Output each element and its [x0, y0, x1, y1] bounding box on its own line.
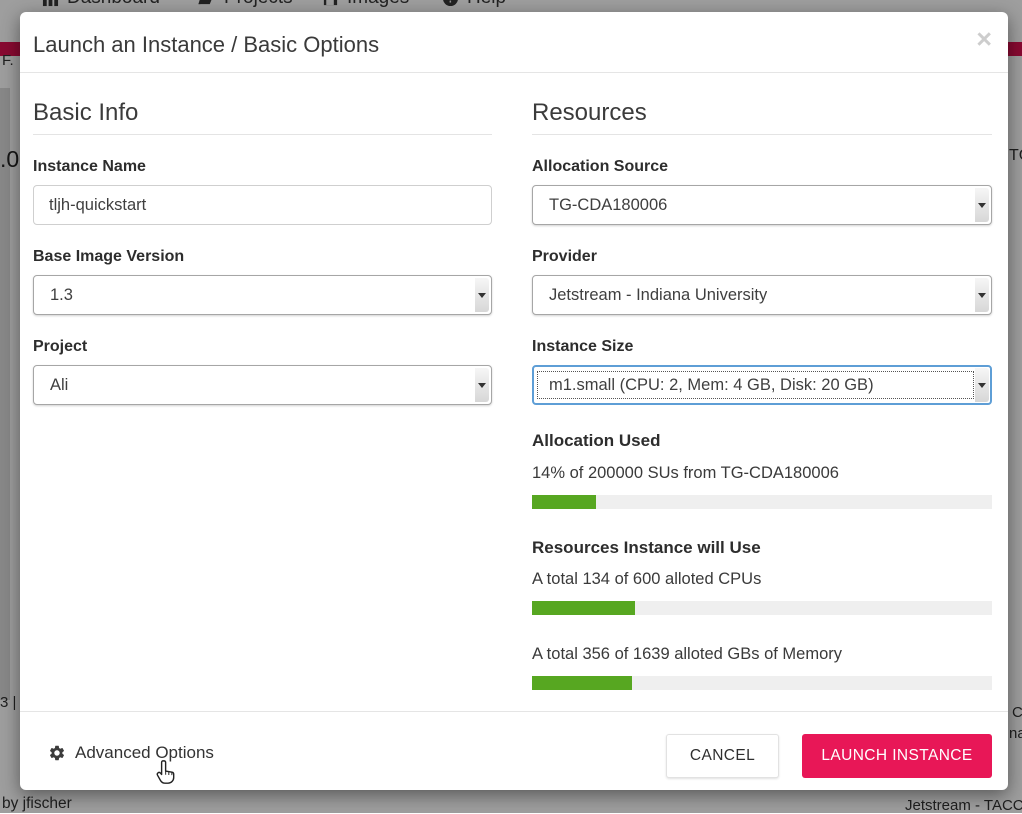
- chevron-down-icon: [475, 368, 489, 402]
- advanced-options-toggle[interactable]: Advanced Options: [48, 743, 214, 763]
- modal-header: Launch an Instance / Basic Options ×: [20, 12, 1008, 73]
- launch-instance-button[interactable]: LAUNCH INSTANCE: [802, 734, 992, 778]
- cpu-progressbar: [532, 601, 992, 615]
- progress-fill: [532, 676, 632, 690]
- chevron-down-icon: [975, 368, 989, 402]
- allocation-source-select[interactable]: TG-CDA180006: [532, 185, 992, 225]
- launch-instance-modal: Launch an Instance / Basic Options × Bas…: [20, 12, 1008, 790]
- section-heading-basic-info: Basic Info: [33, 96, 492, 135]
- base-image-version-select[interactable]: 1.3: [33, 275, 492, 315]
- section-heading-resources: Resources: [532, 96, 992, 135]
- project-label: Project: [33, 337, 492, 357]
- close-icon[interactable]: ×: [976, 26, 992, 53]
- resources-will-use-heading: Resources Instance will Use: [532, 538, 992, 558]
- select-value: 1.3: [50, 276, 73, 314]
- resources-section: Resources Allocation Source TG-CDA180006…: [532, 96, 992, 690]
- provider-select[interactable]: Jetstream - Indiana University: [532, 275, 992, 315]
- cancel-button[interactable]: CANCEL: [666, 734, 779, 778]
- allocation-used-heading: Allocation Used: [532, 431, 992, 451]
- instance-size-select[interactable]: m1.small (CPU: 2, Mem: 4 GB, Disk: 20 GB…: [532, 365, 992, 405]
- chevron-down-icon: [475, 278, 489, 312]
- allocation-used-text: 14% of 200000 SUs from TG-CDA180006: [532, 463, 992, 483]
- progress-fill: [532, 601, 635, 615]
- gear-icon: [48, 744, 66, 762]
- base-image-version-label: Base Image Version: [33, 247, 492, 267]
- chevron-down-icon: [975, 278, 989, 312]
- select-value: Ali: [50, 366, 68, 404]
- memory-usage-text: A total 356 of 1639 alloted GBs of Memor…: [532, 644, 992, 664]
- chevron-down-icon: [975, 188, 989, 222]
- memory-progressbar: [532, 676, 992, 690]
- select-value: TG-CDA180006: [549, 186, 667, 224]
- basic-info-section: Basic Info Instance Name Base Image Vers…: [33, 96, 492, 405]
- screen: Dashboard Projects Images ? Help: [0, 0, 1022, 813]
- select-value: m1.small (CPU: 2, Mem: 4 GB, Disk: 20 GB…: [549, 367, 874, 403]
- project-select[interactable]: Ali: [33, 365, 492, 405]
- allocation-used-progressbar: [532, 495, 992, 509]
- instance-name-label: Instance Name: [33, 157, 492, 177]
- instance-name-input[interactable]: [33, 185, 492, 225]
- progress-fill: [532, 495, 596, 509]
- select-value: Jetstream - Indiana University: [549, 276, 767, 314]
- cpu-usage-text: A total 134 of 600 alloted CPUs: [532, 569, 992, 589]
- modal-title: Launch an Instance / Basic Options: [33, 30, 379, 60]
- modal-footer: Advanced Options CANCEL LAUNCH INSTANCE: [20, 711, 1008, 790]
- advanced-options-label: Advanced Options: [75, 743, 214, 763]
- allocation-source-label: Allocation Source: [532, 157, 992, 177]
- provider-label: Provider: [532, 247, 992, 267]
- instance-size-label: Instance Size: [532, 337, 992, 357]
